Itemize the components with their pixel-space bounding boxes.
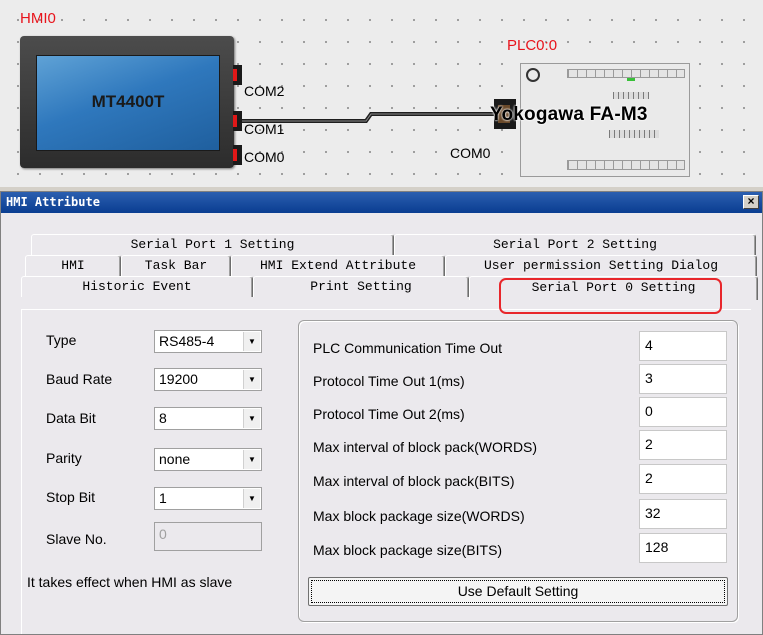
use-default-setting-button[interactable]: Use Default Setting: [308, 577, 728, 606]
hmi-attribute-dialog: HMI Attribute × Serial Port 1 Setting Se…: [0, 191, 763, 635]
plc-terminal-strip-mid: [613, 92, 649, 99]
param-input-block-interval-bits[interactable]: 2: [639, 464, 727, 494]
tab-task-bar[interactable]: Task Bar: [121, 255, 231, 276]
plc-label: PLC0:0: [507, 37, 558, 54]
plc-status-led: [627, 78, 635, 81]
plc-port-label: COM0: [450, 145, 491, 161]
param-input-protocol-timeout-1[interactable]: 3: [639, 364, 727, 394]
dialog-titlebar[interactable]: HMI Attribute ×: [1, 192, 762, 213]
slave-no-value: 0: [159, 526, 167, 542]
data-bit-label: Data Bit: [46, 410, 96, 426]
focus-rectangle: [311, 580, 725, 603]
data-bit-value: 8: [159, 410, 167, 426]
type-select[interactable]: RS485-4 ▼: [154, 330, 262, 353]
param-value-protocol-timeout-1: 3: [645, 370, 653, 386]
parity-value: none: [159, 451, 191, 467]
param-label-block-size-bits: Max block package size(BITS): [313, 542, 503, 558]
data-bit-select[interactable]: 8 ▼: [154, 407, 262, 430]
tab-historic-event[interactable]: Historic Event: [21, 276, 253, 297]
parity-label: Parity: [46, 450, 82, 466]
param-value-block-interval-bits: 2: [645, 470, 653, 486]
param-input-plc-timeout[interactable]: 4: [639, 331, 727, 361]
slave-note: It takes effect when HMI as slave: [27, 574, 233, 590]
chevron-down-icon[interactable]: ▼: [243, 450, 260, 469]
slave-no-label: Slave No.: [46, 531, 107, 547]
tab-serial-port-2-setting[interactable]: Serial Port 2 Setting: [394, 234, 756, 255]
param-value-block-size-words: 32: [645, 505, 661, 521]
param-value-block-interval-words: 2: [645, 436, 653, 452]
plc-terminal-strip-top: [567, 69, 685, 78]
param-input-block-size-words[interactable]: 32: [639, 499, 727, 529]
parity-select[interactable]: none ▼: [154, 448, 262, 471]
param-value-protocol-timeout-2: 0: [645, 403, 653, 419]
chevron-down-icon[interactable]: ▼: [243, 409, 260, 428]
param-value-block-size-bits: 128: [645, 539, 669, 555]
baud-rate-value: 19200: [159, 371, 198, 387]
param-input-block-size-bits[interactable]: 128: [639, 533, 727, 563]
param-label-block-interval-words: Max interval of block pack(WORDS): [313, 439, 538, 455]
baud-rate-label: Baud Rate: [46, 371, 113, 387]
param-input-protocol-timeout-2[interactable]: 0: [639, 397, 727, 427]
param-label-plc-timeout: PLC Communication Time Out: [313, 340, 503, 356]
chevron-down-icon[interactable]: ▼: [243, 332, 260, 351]
diagram-canvas[interactable]: HMI0 MT4400T COM2 COM1 COM0 PLC0:0 Yokog…: [0, 0, 763, 187]
tab-serial-port-0-setting[interactable]: Serial Port 0 Setting: [469, 276, 758, 300]
chevron-down-icon[interactable]: ▼: [243, 370, 260, 389]
plc-logo-icon: [526, 68, 540, 82]
param-input-block-interval-words[interactable]: 2: [639, 430, 727, 460]
param-value-plc-timeout: 4: [645, 337, 653, 353]
plc-terminal-strip-low: [609, 130, 659, 138]
dialog-title: HMI Attribute: [6, 195, 100, 209]
baud-rate-select[interactable]: 19200 ▼: [154, 368, 262, 391]
tab-serial-port-1-setting[interactable]: Serial Port 1 Setting: [31, 234, 394, 255]
param-label-block-interval-bits: Max interval of block pack(BITS): [313, 473, 515, 489]
plc-terminal-strip-bottom: [567, 160, 685, 170]
stop-bit-label: Stop Bit: [46, 489, 96, 505]
type-value: RS485-4: [159, 333, 215, 349]
tab-hmi[interactable]: HMI: [25, 255, 121, 276]
tab-hmi-extend-attribute[interactable]: HMI Extend Attribute: [231, 255, 445, 276]
stop-bit-select[interactable]: 1 ▼: [154, 487, 262, 510]
stop-bit-value: 1: [159, 490, 167, 506]
param-label-protocol-timeout-1: Protocol Time Out 1(ms): [313, 373, 465, 389]
param-label-protocol-timeout-2: Protocol Time Out 2(ms): [313, 406, 465, 422]
slave-no-input: 0: [154, 522, 262, 551]
param-label-block-size-words: Max block package size(WORDS): [313, 508, 525, 524]
tab-user-permission-setting-dialog[interactable]: User permission Setting Dialog: [445, 255, 757, 276]
chevron-down-icon[interactable]: ▼: [243, 489, 260, 508]
tab-print-setting[interactable]: Print Setting: [253, 276, 469, 297]
plc-model-name: Yokogawa FA-M3: [490, 104, 648, 125]
close-icon[interactable]: ×: [743, 195, 759, 209]
type-label: Type: [46, 332, 77, 348]
